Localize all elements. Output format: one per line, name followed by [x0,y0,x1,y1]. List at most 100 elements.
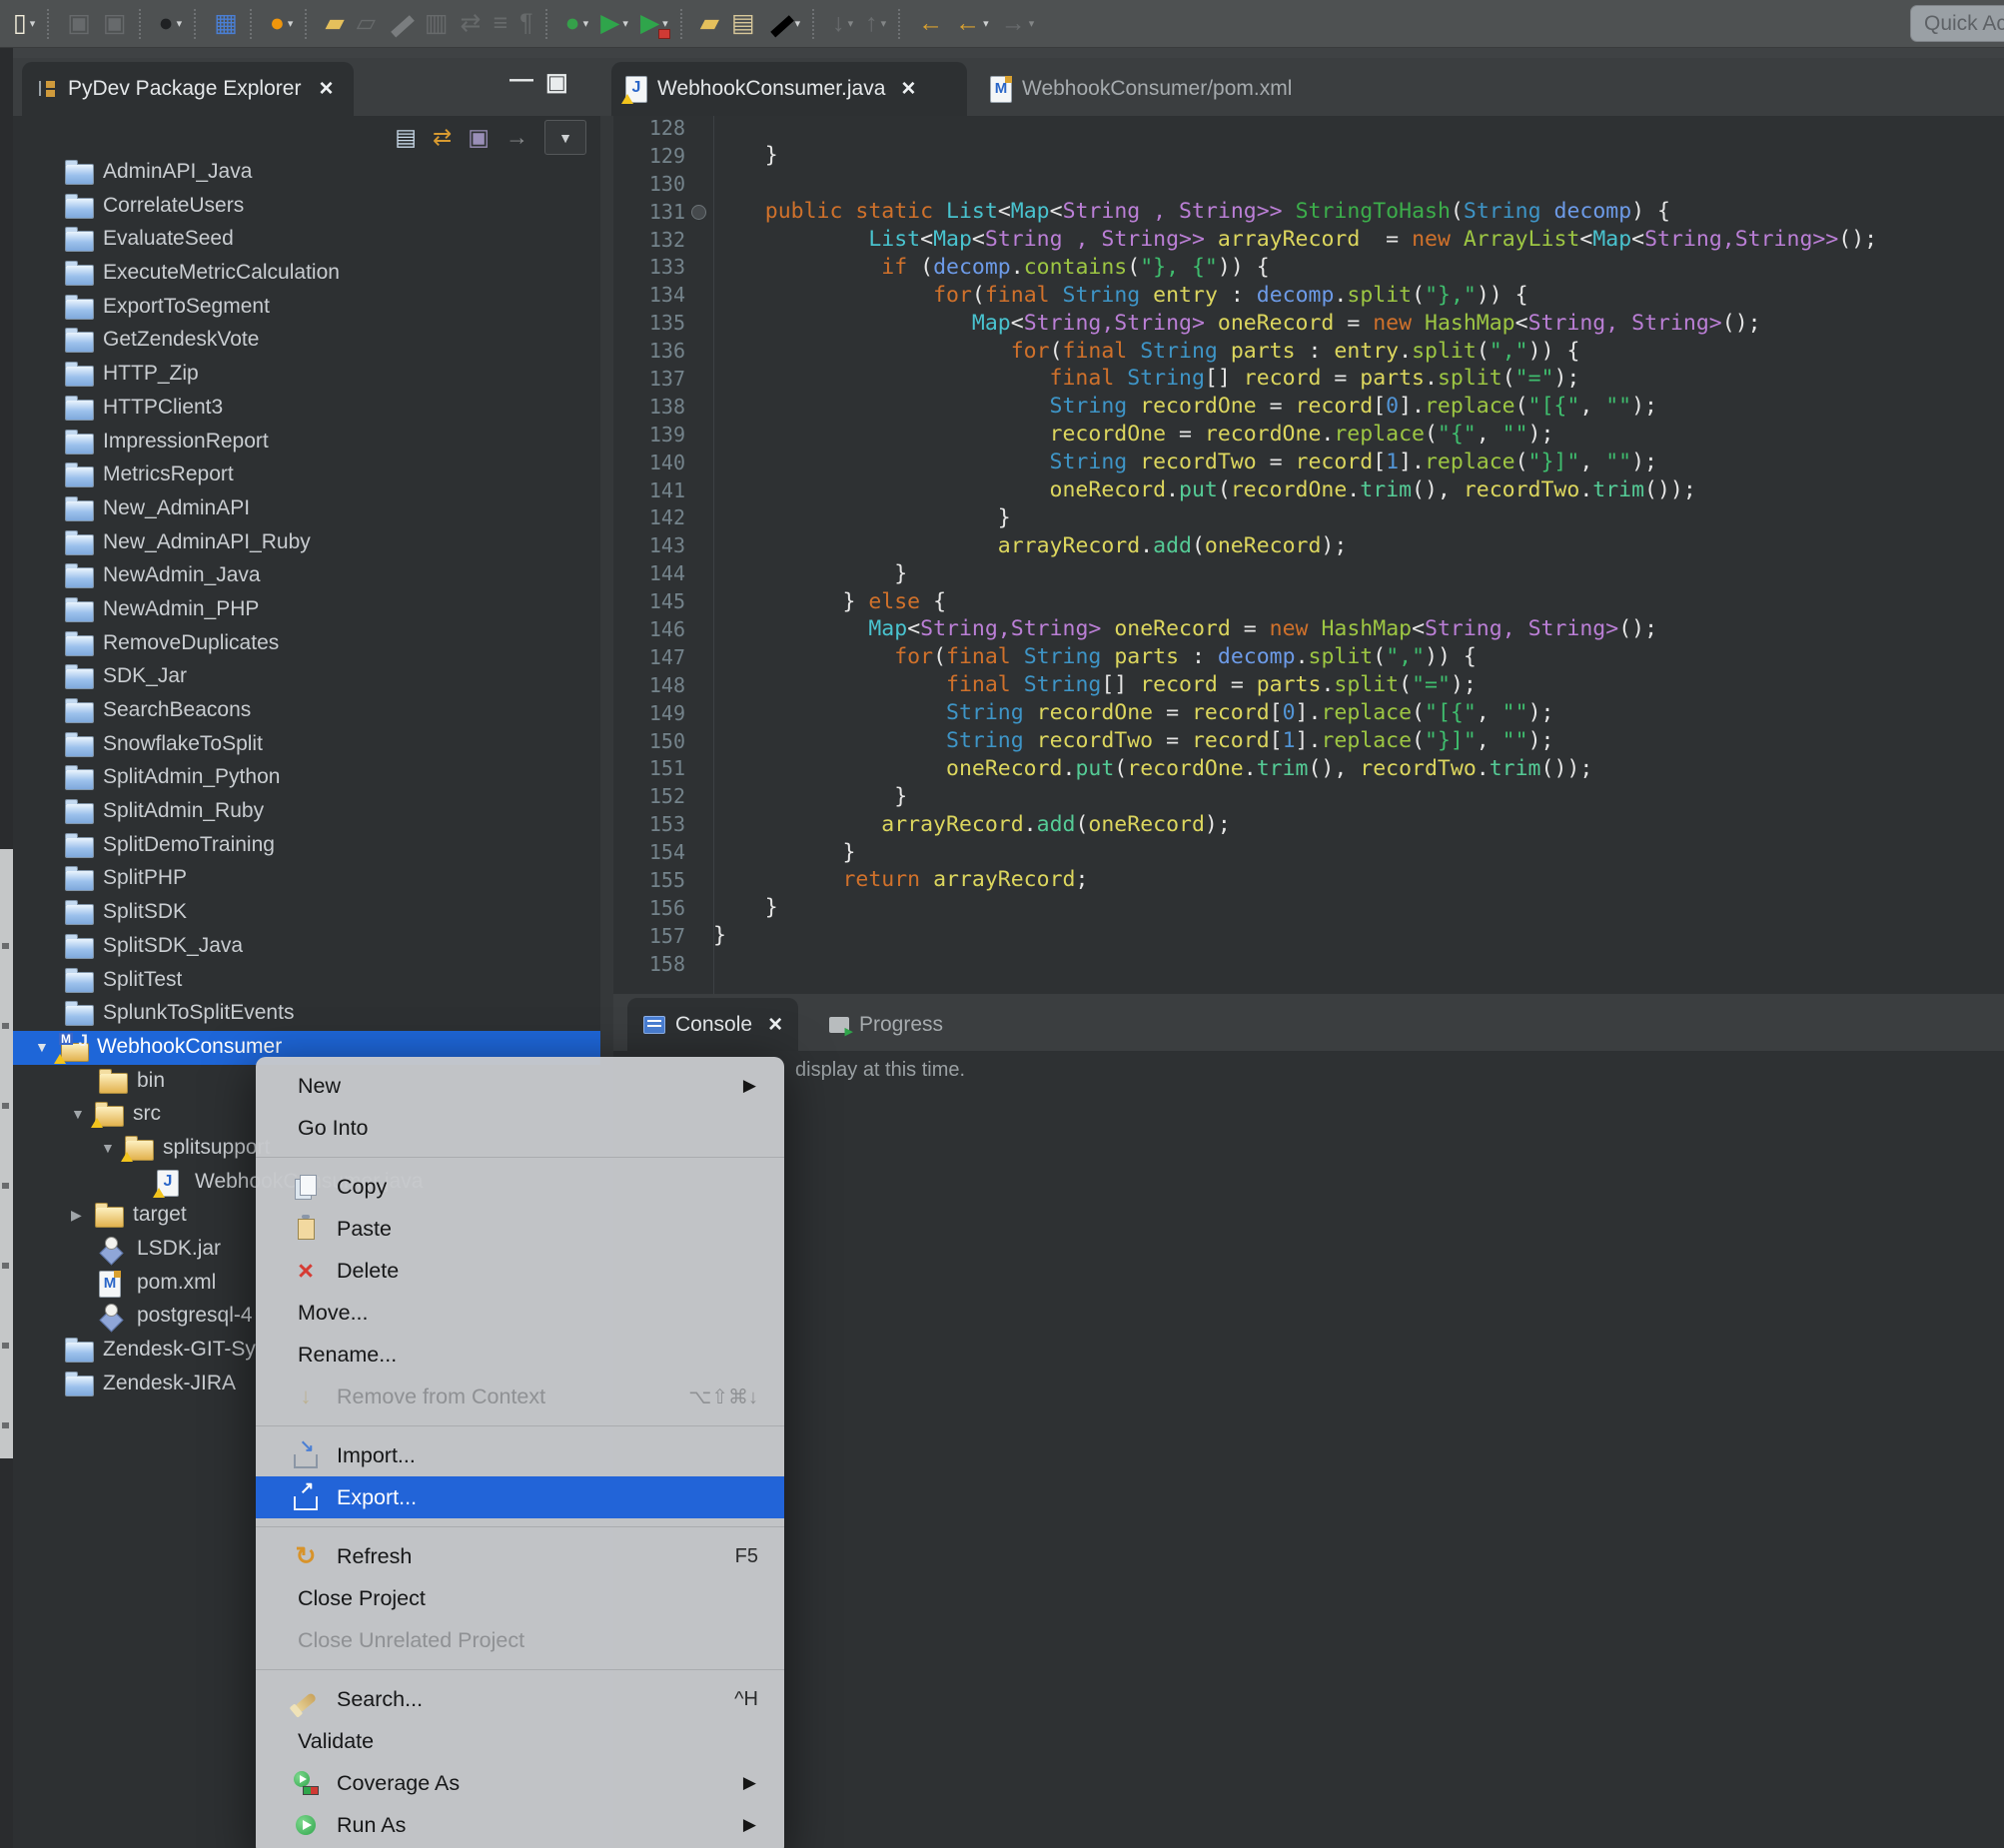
menu-item-search[interactable]: Search...^H [256,1678,784,1720]
tree-item-executemetriccalculation[interactable]: ExecuteMetricCalculation [13,257,600,291]
open-resource-folder-icon[interactable]: ▰ [320,6,349,42]
tree-item-searchbeacons[interactable]: SearchBeacons [13,694,600,728]
chevron-down-icon[interactable]: ▼ [35,1039,49,1055]
close-icon[interactable]: × [768,1011,782,1039]
tree-item-newadmin-java[interactable]: NewAdmin_Java [13,559,600,593]
folder-blue-icon [65,866,94,893]
tree-item-newadmin-php[interactable]: NewAdmin_PHP [13,593,600,627]
back-history-icon[interactable]: ←▾ [950,6,994,42]
tree-item-adminapi-java[interactable]: AdminAPI_Java [13,156,600,190]
menu-item-delete[interactable]: ×Delete [256,1250,784,1292]
filters-icon[interactable]: → [505,124,528,151]
orange-package-icon[interactable]: ●▾ [265,6,299,42]
menu-item-refresh[interactable]: ↻RefreshF5 [256,1535,784,1577]
menu-item-paste[interactable]: Paste [256,1208,784,1250]
team-sync-icon[interactable]: ▱ [352,6,381,42]
menu-item-close-unrelated-project[interactable]: Close Unrelated Project [256,1619,784,1661]
tree-item-splitphp[interactable]: SplitPHP [13,862,600,896]
coverage-run-icon[interactable]: ▶▾ [635,6,673,42]
tree-item-splitdemotraining[interactable]: SplitDemoTraining [13,829,600,863]
tree-item-getzendeskvote[interactable]: GetZendeskVote [13,324,600,358]
save-all-icon[interactable]: ▣ [98,6,132,42]
jar-icon [99,1304,123,1331]
line-number: 129 [613,144,685,168]
tree-item-splitadmin-ruby[interactable]: SplitAdmin_Ruby [13,795,600,829]
prev-annotation-icon[interactable]: ↑▾ [860,6,891,42]
run-icon[interactable]: ▶▾ [595,6,633,42]
tab-pydev-package-explorer[interactable]: PyDev Package Explorer × [22,62,354,116]
tab-webhookconsumer-java[interactable]: WebhookConsumer.java × [611,62,967,116]
menu-item-coverage-as[interactable]: Coverage As▶ [256,1762,784,1804]
tree-item-sdk-jar[interactable]: SDK_Jar [13,660,600,694]
tree-item-correlateusers[interactable]: CorrelateUsers [13,190,600,224]
package-gray-icon[interactable]: ▥ [420,6,454,42]
paste-folder-icon[interactable]: ▤ [726,6,760,42]
tab-console[interactable]: Console × [627,998,798,1051]
debug-bug-icon[interactable]: ●▾ [560,6,594,42]
tree-item-splitadmin-python[interactable]: SplitAdmin_Python [13,761,600,795]
minimize-view-button[interactable]: — [509,66,533,94]
tree-item-httpclient3[interactable]: HTTPClient3 [13,392,600,426]
tree-item-metricsreport[interactable]: MetricsReport [13,459,600,492]
tree-item-label: SplitSDK_Java [103,934,243,958]
folder-blue-icon [65,295,94,322]
tree-item-label: SplitSDK [103,900,187,924]
menu-item-go-into[interactable]: Go Into [256,1107,784,1149]
chevron-right-icon[interactable]: ▶ [71,1207,82,1224]
tree-item-splitsdk-java[interactable]: SplitSDK_Java [13,930,600,964]
menu-item-move[interactable]: Move... [256,1292,784,1334]
menu-item-validate[interactable]: Validate [256,1720,784,1762]
forward-history-icon[interactable]: →▾ [996,6,1040,42]
tree-item-splunktosplitevents[interactable]: SplunkToSplitEvents [13,997,600,1031]
tab-progress[interactable]: Progress [819,998,953,1051]
tree-item-removeduplicates[interactable]: RemoveDuplicates [13,627,600,661]
menu-item-rename[interactable]: Rename... [256,1334,784,1376]
line-number: 149 [613,701,685,725]
chevron-down-icon[interactable]: ▼ [101,1140,115,1156]
compare-icon[interactable]: ⇄ [456,6,487,42]
collapse-all-icon[interactable]: ▤ [395,124,417,151]
menu-item-close-project[interactable]: Close Project [256,1577,784,1619]
tree-item-splittest[interactable]: SplitTest [13,964,600,998]
focus-task-icon[interactable]: ▣ [468,124,490,151]
close-icon[interactable]: × [901,75,915,103]
next-annotation-icon[interactable]: ↓▾ [827,6,858,42]
link-with-editor-icon[interactable]: ⇄ [433,124,452,151]
menu-item-export[interactable]: Export... [256,1476,784,1518]
maximize-view-button[interactable]: ▣ [545,68,568,97]
tree-item-new-adminapi[interactable]: New_AdminAPI [13,492,600,526]
open-folder-icon[interactable]: ▰ [695,6,724,42]
explorer-view-toolbar: ▤ ⇄ ▣ → ▼ [395,120,586,155]
code-editor[interactable]: 128129 }130131 public static List<Map<St… [613,116,2004,994]
close-icon[interactable]: × [319,75,333,103]
save-icon[interactable]: ▣ [62,6,96,42]
tree-item-http-zip[interactable]: HTTP_Zip [13,358,600,392]
tree-item-snowflaketosplit[interactable]: SnowflakeToSplit [13,728,600,762]
toolbar-separator [194,9,202,39]
line-number: 154 [613,840,685,864]
menu-item-import[interactable]: Import... [256,1434,784,1476]
mark-occurrences-icon[interactable]: ▬ [383,6,418,42]
outline-list-icon[interactable]: ≡ [489,6,513,42]
console-view-icon[interactable]: ▦ [209,6,243,42]
tree-item-exporttosegment[interactable]: ExportToSegment [13,291,600,325]
menu-item-new[interactable]: New▶ [256,1065,784,1107]
pilcrow-icon[interactable]: ¶ [514,6,537,42]
tree-item-splitsdk[interactable]: SplitSDK [13,896,600,930]
tree-item-new-adminapi-ruby[interactable]: New_AdminAPI_Ruby [13,526,600,560]
menu-item-copy[interactable]: Copy [256,1166,784,1208]
tree-item-label: SplitAdmin_Python [103,765,280,789]
user-profile-icon[interactable]: ●▾ [154,6,188,42]
tree-item-evaluateseed[interactable]: EvaluateSeed [13,223,600,257]
warning-icon [54,1054,66,1064]
view-menu-icon[interactable]: ▼ [544,120,586,155]
chevron-down-icon[interactable]: ▼ [71,1106,85,1122]
menu-item-run-as[interactable]: Run As▶ [256,1804,784,1846]
last-edit-location-icon[interactable]: ← [913,6,948,42]
flashlight-search-icon[interactable]: ▬▾ [762,6,806,42]
menu-item-remove-from-context[interactable]: ↓Remove from Context⌥⇧⌘↓ [256,1376,784,1417]
quick-access-box[interactable]: Quick Access [1910,5,2004,42]
tab-webhookconsumer-pom-xml[interactable]: WebhookConsumer/pom.xml [974,62,1308,116]
new-wizard-icon[interactable]: ▯▾ [8,6,40,42]
tree-item-impressionreport[interactable]: ImpressionReport [13,426,600,460]
